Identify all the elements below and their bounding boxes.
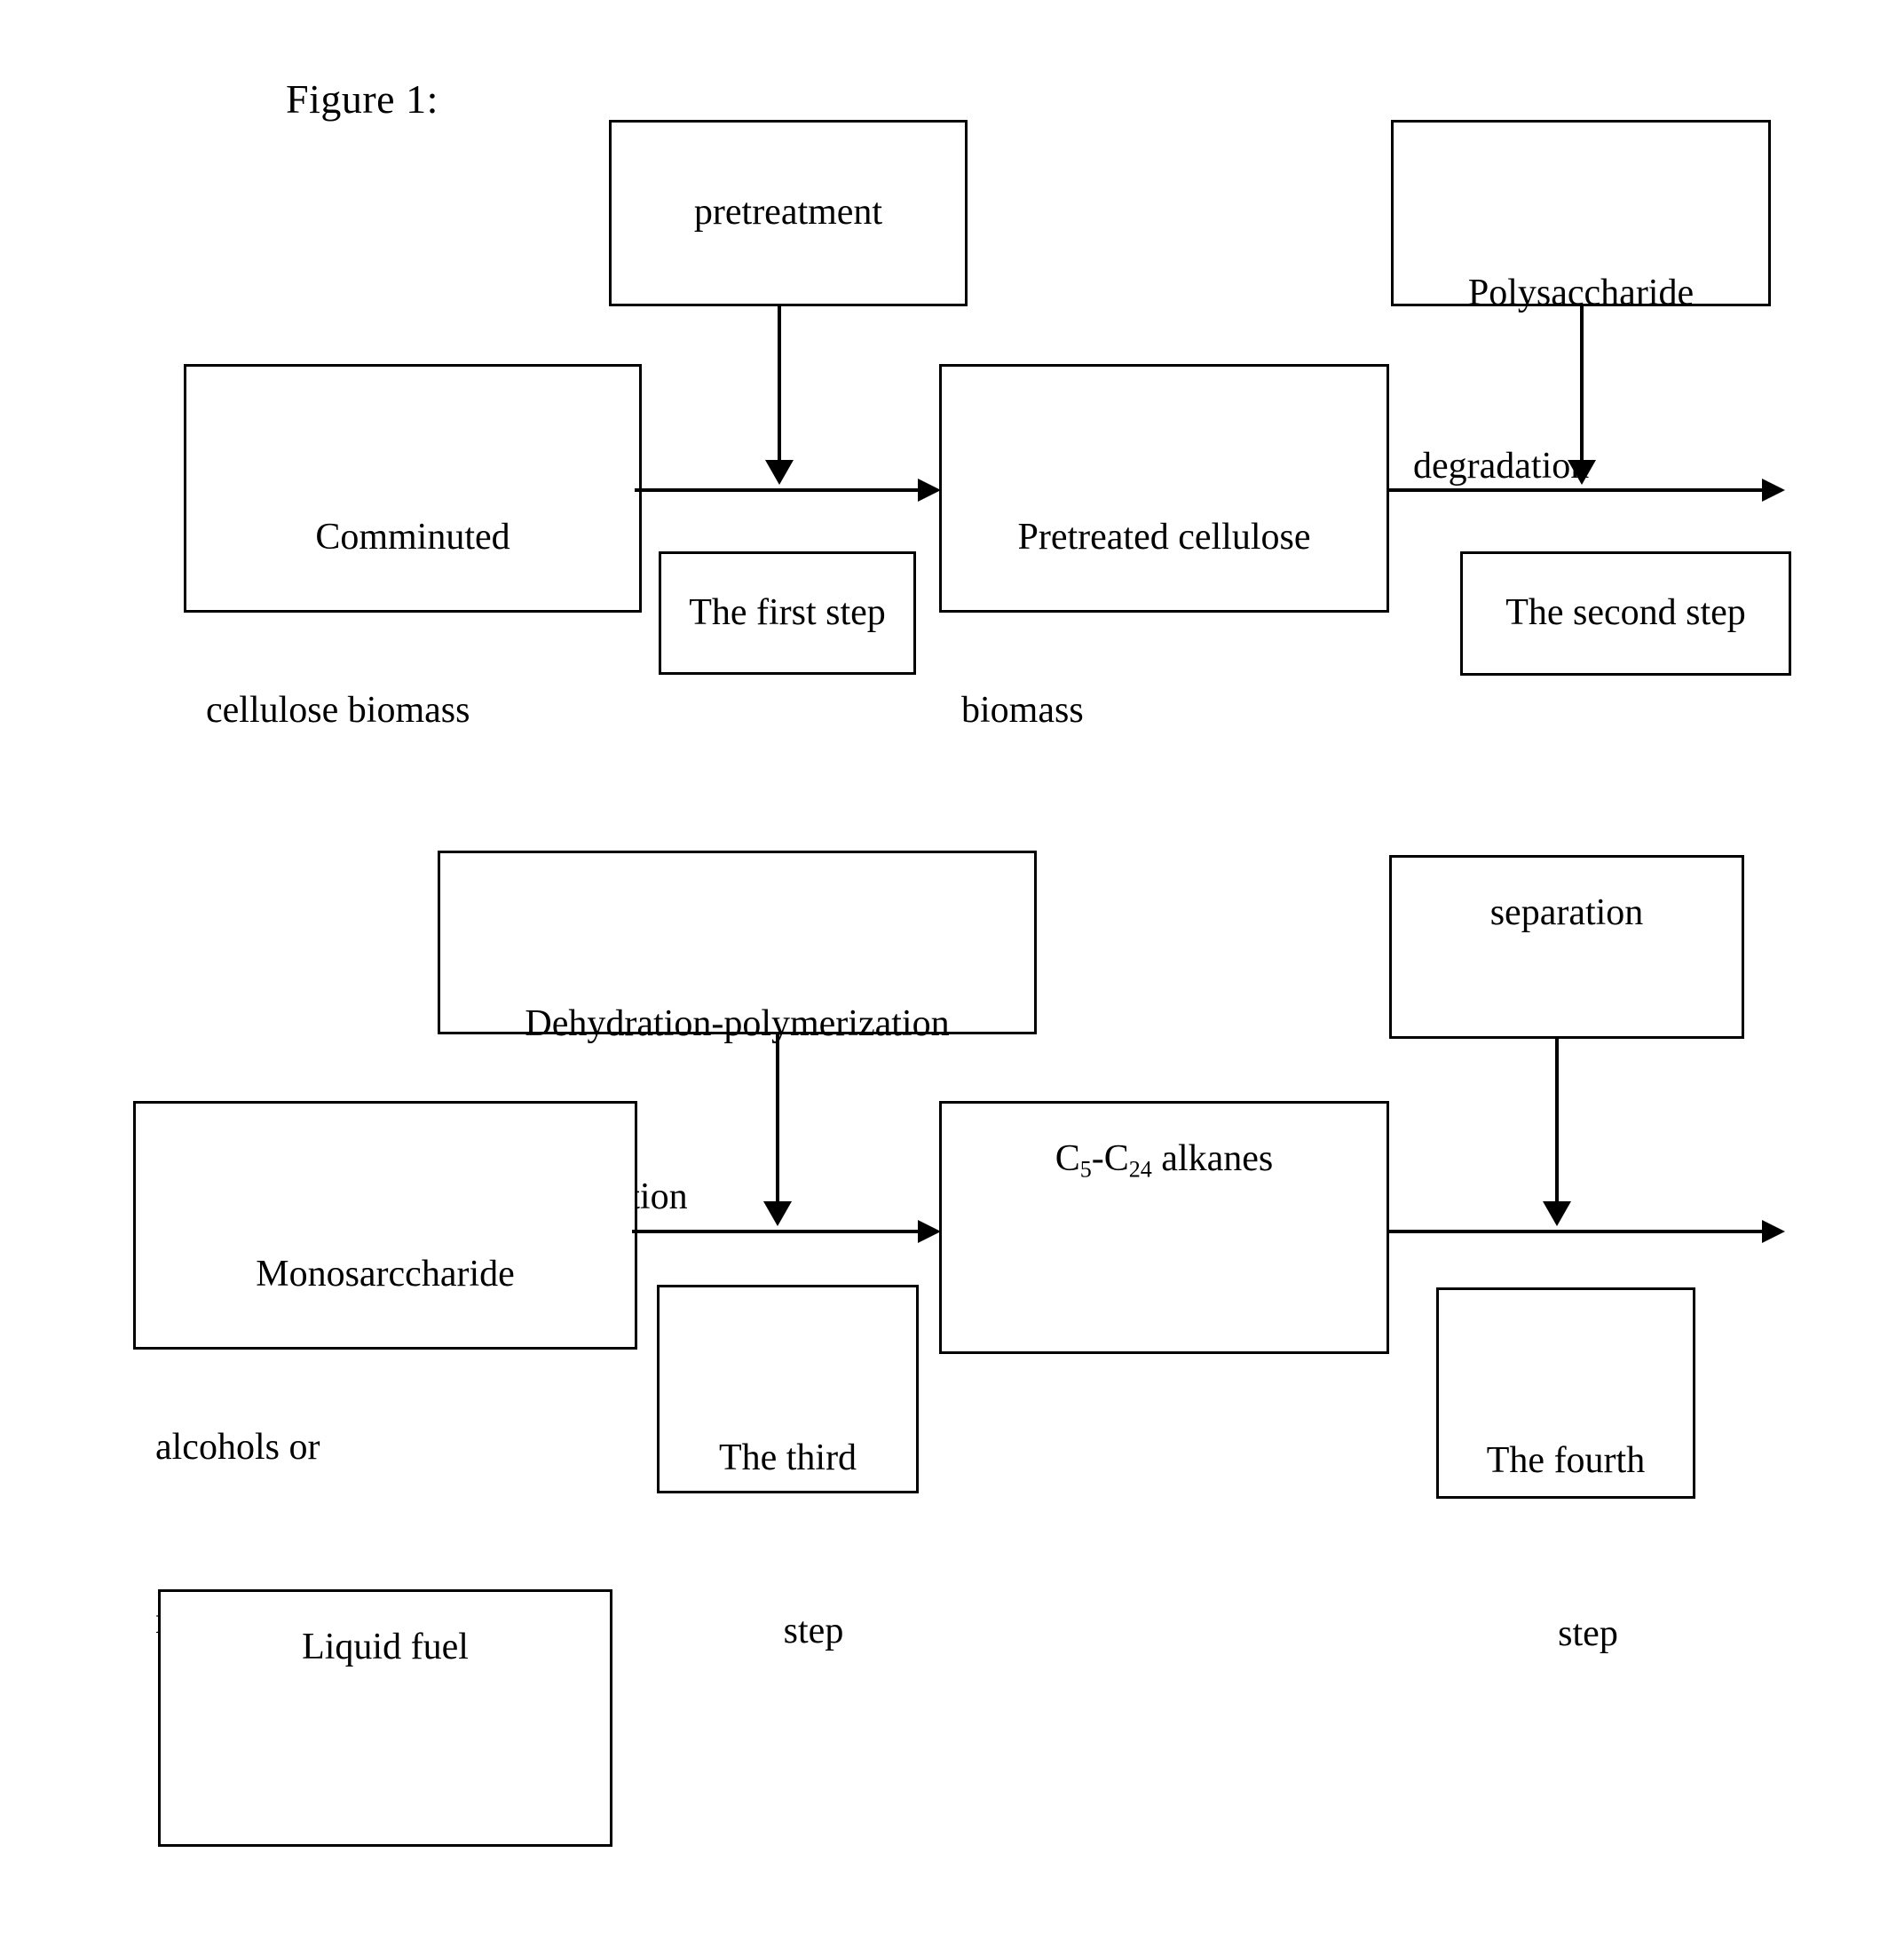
node-polysaccharide-degradation[interactable]: Polysaccharide degradation — [1391, 120, 1771, 487]
node-dehydration-polymerization-hydrogenation[interactable]: Dehydration-polymerization -hydrogenatio… — [438, 851, 1037, 1217]
arrow-down-polysaccharide — [1568, 460, 1596, 485]
node-alkanes[interactable]: C5-C24 alkanes — [939, 1101, 1389, 1354]
node-fourth-step[interactable]: The fourth step — [1436, 1287, 1695, 1654]
node-monosaccharide-alcohols[interactable]: Monosarccharide alcohols or monosacchari… — [133, 1101, 637, 1642]
arrow-right-step1 — [918, 479, 941, 502]
connector-polysaccharide-down — [1580, 306, 1584, 464]
node-alkanes-label: C5-C24 alkanes — [942, 1104, 1387, 1188]
node-comminuted-cellulose-biomass-line1: Comminuted — [315, 517, 510, 558]
connector-dehydration-down — [776, 1034, 779, 1206]
node-pretreated-cellulose-biomass-line2: biomass — [961, 690, 1084, 732]
node-alkanes-dash: -C — [1091, 1138, 1129, 1179]
node-separation[interactable]: separation — [1389, 855, 1744, 1039]
connector-step3-flow — [632, 1230, 929, 1233]
node-third-step-line1: The third — [718, 1437, 857, 1479]
node-separation-label: separation — [1489, 892, 1644, 933]
node-third-step-line2: step — [783, 1611, 844, 1652]
node-liquid-fuel-label: Liquid fuel — [302, 1627, 469, 1667]
connector-step1-flow — [635, 488, 928, 492]
node-comminuted-cellulose-biomass-text: Comminuted cellulose biomass — [186, 367, 639, 856]
figure-page: Figure 1: pretreatment Polysaccharide de… — [0, 0, 1904, 1948]
connector-separation-down — [1555, 1039, 1559, 1206]
connector-step4-flow — [1387, 1230, 1770, 1233]
connector-step2-flow — [1387, 488, 1770, 492]
node-first-step[interactable]: The first step — [659, 551, 916, 675]
node-dehydration-line1: Dehydration-polymerization — [525, 1003, 950, 1045]
node-pretreatment[interactable]: pretreatment — [609, 120, 968, 306]
node-alkanes-suffix: alkanes — [1151, 1138, 1274, 1179]
node-second-step[interactable]: The second step — [1460, 551, 1791, 676]
arrow-down-dehydration — [763, 1201, 792, 1226]
node-first-step-label: The first step — [689, 591, 886, 633]
node-comminuted-cellulose-biomass-line2: cellulose biomass — [206, 690, 470, 732]
arrow-right-step2 — [1762, 479, 1785, 502]
node-alkanes-prefix: C — [1055, 1138, 1080, 1179]
node-pretreatment-label: pretreatment — [693, 192, 883, 234]
node-liquid-fuel[interactable]: Liquid fuel — [158, 1589, 612, 1847]
node-monosaccharide-line2: alcohols or — [155, 1427, 320, 1469]
arrow-right-step4 — [1762, 1220, 1785, 1243]
node-alkanes-sub2: 24 — [1128, 1156, 1152, 1183]
node-fourth-step-line2: step — [1558, 1613, 1618, 1655]
arrow-right-step3 — [918, 1220, 941, 1243]
node-fourth-step-text: The fourth step — [1439, 1290, 1693, 1779]
node-pretreated-cellulose-biomass-text: Pretreated cellulose biomass — [942, 367, 1387, 856]
figure-label: Figure 1: — [286, 76, 438, 122]
node-pretreated-cellulose-biomass[interactable]: Pretreated cellulose biomass — [939, 364, 1389, 731]
node-fourth-step-line1: The fourth — [1486, 1440, 1646, 1482]
node-alkanes-sub1: 5 — [1079, 1156, 1092, 1183]
node-comminuted-cellulose-biomass[interactable]: Comminuted cellulose biomass — [184, 364, 642, 731]
node-second-step-label: The second step — [1505, 592, 1746, 634]
arrow-down-pretreatment — [765, 460, 794, 485]
connector-pretreatment-down — [778, 306, 781, 464]
node-third-step-text: The third step — [660, 1287, 916, 1777]
node-pretreated-cellulose-biomass-line1: Pretreated cellulose — [1017, 517, 1311, 558]
arrow-down-separation — [1543, 1201, 1571, 1226]
node-monosaccharide-line1: Monosarccharide — [256, 1254, 515, 1295]
node-third-step[interactable]: The third step — [657, 1285, 919, 1651]
